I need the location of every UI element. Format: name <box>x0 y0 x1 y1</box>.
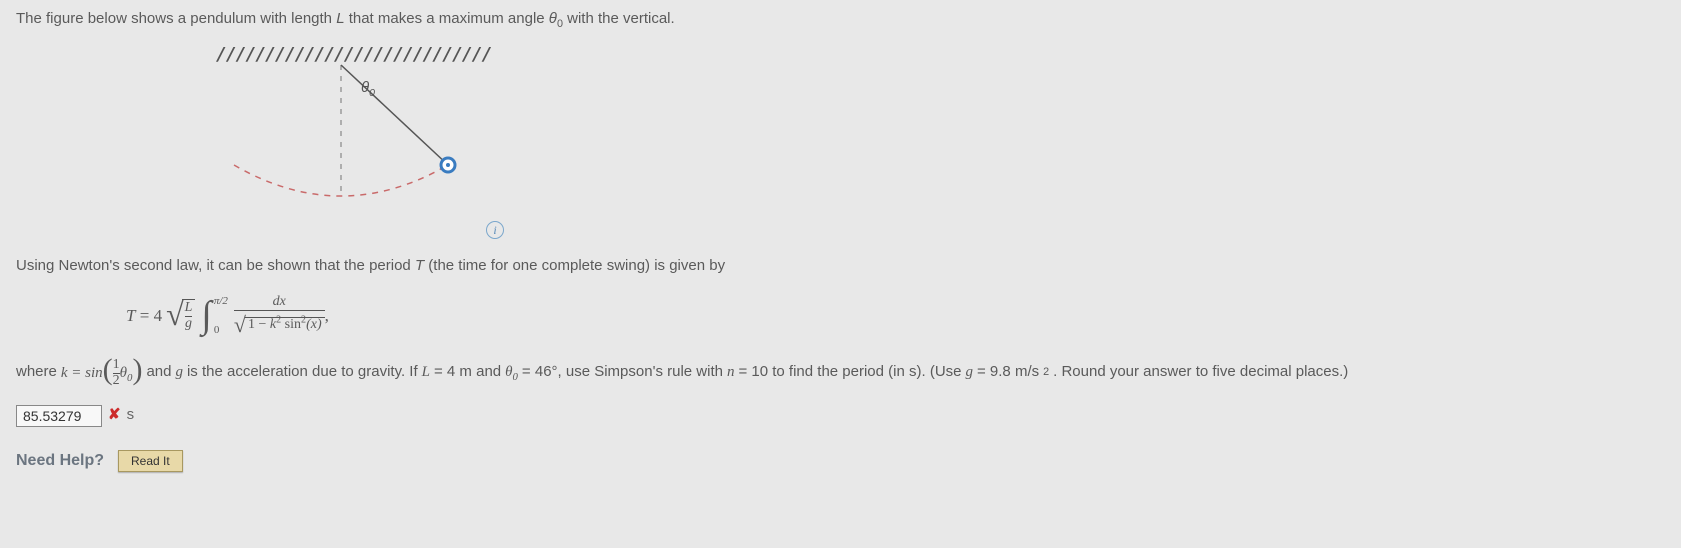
description-text: Using Newton's second law, it can be sho… <box>16 255 1665 278</box>
theta-label: θ0 <box>361 77 375 100</box>
intro-theta: θ <box>549 10 557 27</box>
answer-row: ✘ s <box>16 404 1665 427</box>
answer-input[interactable] <box>16 405 102 427</box>
intro-text: The figure below shows a pendulum with l… <box>16 8 1665 31</box>
pendulum-diagram <box>186 57 526 227</box>
read-it-button[interactable]: Read It <box>118 450 183 472</box>
intro-suffix: with the vertical. <box>563 10 675 27</box>
unit-label: s <box>127 404 135 427</box>
help-row: Need Help? Read It <box>16 449 1665 473</box>
intro-prefix: The figure below shows a pendulum with l… <box>16 10 336 27</box>
desc-suffix: (the time for one complete swing) is giv… <box>424 257 725 274</box>
info-row: i <box>486 219 1665 242</box>
pendulum-figure: //////////////////////////// θ0 <box>186 41 526 231</box>
desc-prefix: Using Newton's second law, it can be sho… <box>16 257 415 274</box>
where-line: where k = sin(12θ0) and g is the acceler… <box>16 356 1665 389</box>
intro-L: L <box>336 10 344 27</box>
period-formula: T = 4 √ L g ∫ π/2 0 dx √ 1 − k2 sin2(x) <box>126 292 1665 340</box>
intro-mid: that makes a maximum angle <box>345 10 549 27</box>
incorrect-icon: ✘ <box>108 404 121 427</box>
need-help-label: Need Help? <box>16 449 104 473</box>
desc-T: T <box>415 257 424 274</box>
